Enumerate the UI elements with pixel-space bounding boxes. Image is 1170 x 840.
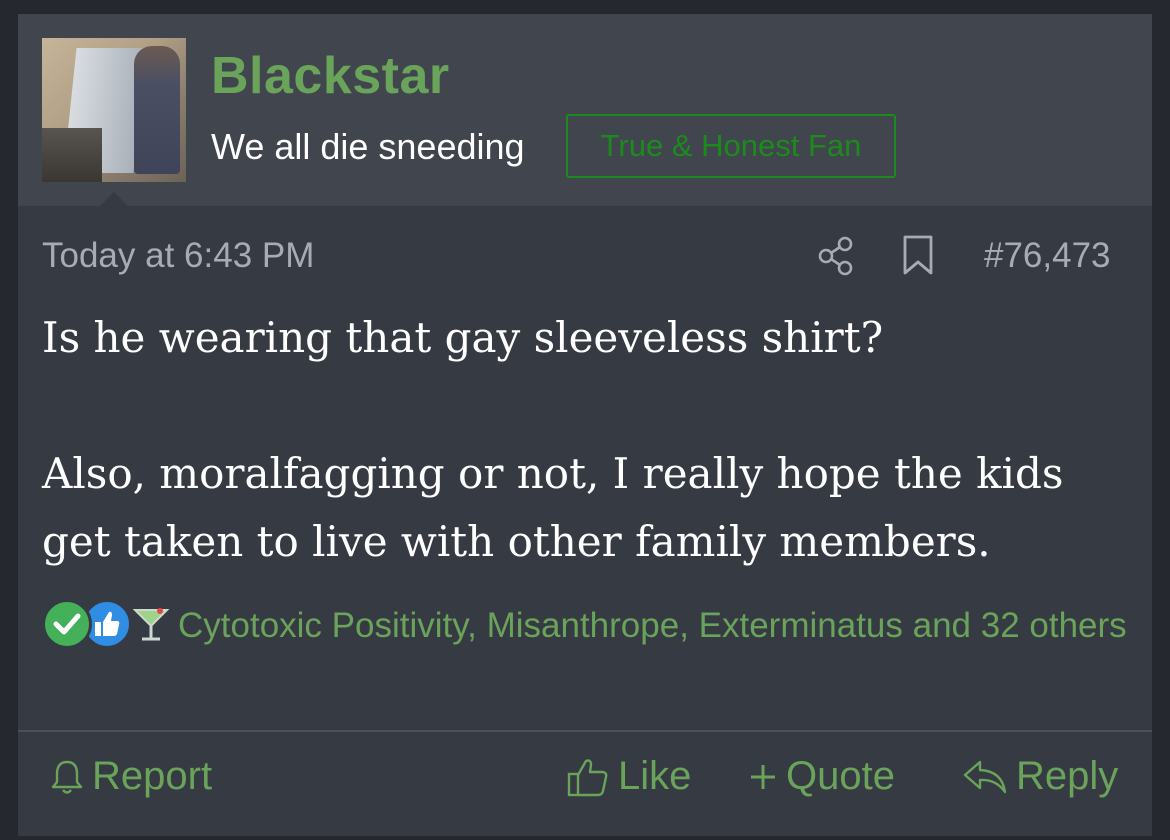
quote-label: Quote (786, 754, 895, 798)
report-label: Report (92, 754, 213, 798)
forum-post: Blackstar We all die sneeding True & Hon… (18, 14, 1152, 836)
reactions-text[interactable]: Cytotoxic Positivity, Misanthrope, Exter… (178, 606, 1127, 645)
message-paragraph: Also, moralfagging or not, I really hope… (42, 449, 1064, 566)
report-button[interactable]: Report (50, 754, 212, 799)
user-title: We all die sneeding (211, 126, 525, 167)
reaction-icons (42, 599, 178, 649)
thumbs-up-icon (567, 758, 608, 796)
reply-arrow-icon (963, 760, 1007, 793)
message-paragraph: Is he wearing that gay sleeveless shirt? (42, 313, 884, 362)
cocktail-icon (126, 599, 176, 649)
plus-icon (751, 764, 775, 789)
post-actions: Report Like Quote Reply (18, 732, 1152, 836)
reply-label: Reply (1016, 754, 1119, 798)
reactions-bar[interactable]: Cytotoxic Positivity, Misanthrope, Exter… (42, 599, 1132, 651)
post-message: Is he wearing that gay sleeveless shirt?… (42, 304, 1132, 576)
like-button[interactable]: Like (566, 754, 691, 799)
bell-icon (51, 760, 83, 794)
like-label: Like (618, 754, 692, 798)
post-header: Blackstar We all die sneeding True & Hon… (18, 14, 1152, 206)
bookmark-icon[interactable] (902, 234, 934, 276)
user-banner: True & Honest Fan (566, 114, 896, 178)
reply-button[interactable]: Reply (962, 754, 1118, 799)
share-icon[interactable] (818, 236, 854, 276)
header-notch (100, 192, 128, 206)
avatar[interactable] (42, 38, 186, 182)
post-number-link[interactable]: #76,473 (984, 236, 1111, 276)
quote-button[interactable]: Quote (748, 754, 895, 799)
username-link[interactable]: Blackstar (211, 46, 450, 106)
check-icon (42, 599, 92, 649)
post-timestamp[interactable]: Today at 6:43 PM (42, 236, 314, 276)
